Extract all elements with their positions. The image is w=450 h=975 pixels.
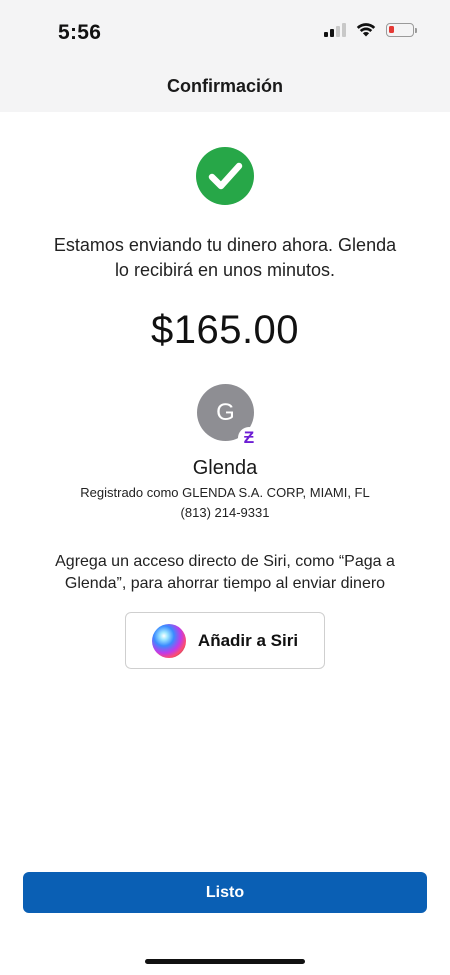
done-button[interactable]: Listo — [23, 872, 427, 913]
confirmation-message: Estamos enviando tu dinero ahora. Glenda… — [20, 233, 430, 283]
recipient-phone: (813) 214-9331 — [180, 505, 270, 520]
battery-low-icon — [386, 22, 417, 37]
page-title: Confirmación — [166, 76, 283, 96]
confirmation-message-line-2: lo recibirá en unos minutos. — [114, 260, 336, 280]
check-circle-icon — [196, 147, 254, 205]
status-time: 5:56 — [58, 21, 102, 44]
zelle-logo-icon: Ƶ — [238, 427, 260, 449]
siri-message-line-1: Agrega un acceso directo de Siri, como “… — [55, 553, 395, 570]
recipient-name: Glenda — [192, 457, 258, 479]
siri-message-line-2: Glenda”, para ahorrar tiempo al enviar d… — [64, 575, 386, 592]
cellular-signal-icon — [324, 22, 346, 37]
add-to-siri-button[interactable]: Añadir a Siri — [125, 612, 325, 669]
add-to-siri-label: Añadir a Siri — [197, 630, 299, 650]
siri-icon — [151, 623, 186, 658]
confirmation-screen: 5:56 Confirmación Estamos enviando tu di… — [0, 0, 450, 975]
amount-sent: $165.00 — [150, 308, 300, 352]
status-icons — [324, 22, 417, 37]
siri-shortcut-message: Agrega un acceso directo de Siri, como “… — [30, 551, 420, 595]
recipient-registration: Registrado como GLENDA S.A. CORP, MIAMI,… — [80, 485, 370, 500]
home-indicator[interactable] — [145, 959, 305, 964]
confirmation-message-line-1: Estamos enviando tu dinero ahora. Glenda — [53, 235, 397, 255]
wifi-icon — [356, 23, 376, 37]
